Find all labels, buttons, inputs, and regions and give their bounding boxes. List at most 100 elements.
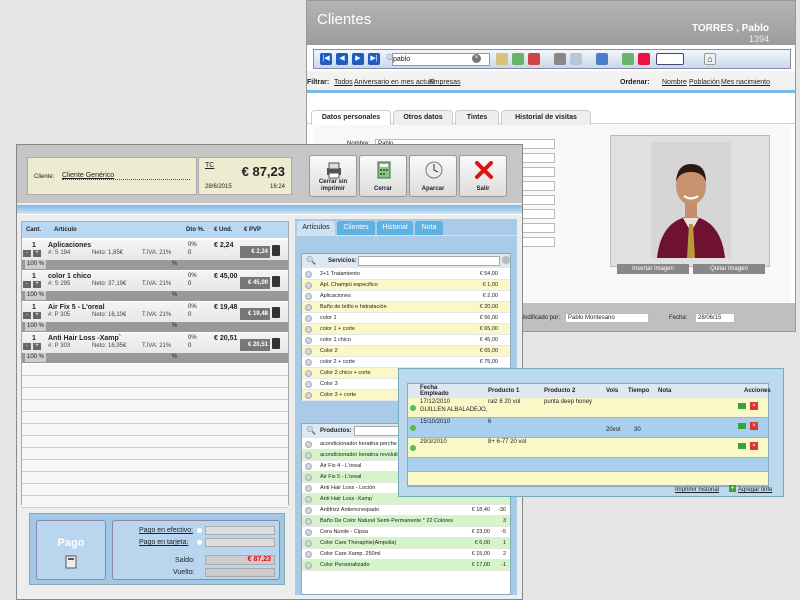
order-town[interactable]: Población bbox=[689, 79, 720, 86]
close-button[interactable]: Cerrar bbox=[359, 155, 407, 197]
tint-row[interactable]: 29/3/2010 8+ 6-77 20 vol × bbox=[408, 438, 768, 458]
first-record-icon[interactable]: |◀ bbox=[320, 53, 332, 65]
product-radio[interactable] bbox=[305, 507, 312, 514]
service-item[interactable]: color 1 € 56,00 bbox=[302, 313, 510, 324]
line-discount[interactable]: 0% bbox=[188, 335, 197, 341]
product-item[interactable]: Cera Nunile - Cipsa € 23,00 -5 bbox=[302, 527, 510, 538]
product-radio[interactable] bbox=[305, 551, 312, 558]
minus-button[interactable]: - bbox=[23, 281, 31, 288]
plus-button[interactable]: + bbox=[33, 343, 41, 350]
service-item[interactable]: Aplicaciones € 2,00 bbox=[302, 291, 510, 302]
service-radio[interactable] bbox=[305, 326, 312, 333]
service-item[interactable]: color 1 + corte € 65,00 bbox=[302, 324, 510, 335]
minus-button[interactable]: - bbox=[23, 312, 31, 319]
product-radio[interactable] bbox=[305, 518, 312, 525]
tab-otros-datos[interactable]: Otros datos bbox=[393, 110, 453, 125]
filter-all[interactable]: Todos bbox=[334, 79, 353, 86]
product-radio[interactable] bbox=[305, 441, 312, 448]
service-radio[interactable] bbox=[305, 337, 312, 344]
service-item[interactable]: Apl. Champú especifico € 1,00 bbox=[302, 280, 510, 291]
edit-arrow-icon[interactable] bbox=[738, 423, 746, 429]
ticket-line[interactable]: 1- + Aplicaciones #: S 194 Neto: 1,85€ T.IVA:… bbox=[22, 240, 288, 270]
delete-icon[interactable] bbox=[528, 53, 540, 65]
edit-arrow-icon[interactable] bbox=[738, 403, 746, 409]
tab-datos-personales[interactable]: Datos personales bbox=[311, 110, 391, 125]
product-item[interactable]: Antifrizz Antiencrespado € 18,40 -30 bbox=[302, 505, 510, 516]
date-field[interactable]: 28/06/15 bbox=[695, 313, 735, 323]
prev-record-icon[interactable]: ◀ bbox=[336, 53, 348, 65]
product-radio[interactable] bbox=[305, 485, 312, 492]
service-radio[interactable] bbox=[305, 293, 312, 300]
product-item[interactable]: Color Care Xamp. 250ml € 15,00 2 bbox=[302, 549, 510, 560]
view-mode-icon[interactable] bbox=[656, 53, 684, 65]
product-item[interactable]: Color Care Theraphie(Ampolla) € 6,00 1 bbox=[302, 538, 510, 549]
card-radio[interactable] bbox=[197, 540, 202, 545]
cash-payment-field[interactable] bbox=[205, 526, 275, 535]
service-radio[interactable] bbox=[305, 271, 312, 278]
ticket-line[interactable]: 1- + Anti Hair Loss -Xamp` #: P 303 Neto: 16… bbox=[22, 333, 288, 363]
trash-icon[interactable] bbox=[272, 276, 280, 287]
delete-icon[interactable]: × bbox=[750, 442, 758, 450]
order-birth-month[interactable]: Mes nacimiento bbox=[721, 79, 770, 86]
plus-button[interactable]: + bbox=[33, 250, 41, 257]
service-radio[interactable] bbox=[305, 392, 312, 399]
exit-button[interactable]: Salir bbox=[459, 155, 507, 197]
cancel-icon[interactable] bbox=[638, 53, 650, 65]
service-radio[interactable] bbox=[305, 315, 312, 322]
client-select[interactable]: Cliente Genérico bbox=[62, 172, 190, 180]
tab-articulos[interactable]: Artículos bbox=[297, 221, 335, 235]
minus-button[interactable]: - bbox=[23, 343, 31, 350]
modified-by-field[interactable]: Pablo Montesano bbox=[565, 313, 649, 323]
delete-icon[interactable]: × bbox=[750, 422, 758, 430]
tab-historial-visitas[interactable]: Historial de visitas bbox=[501, 110, 591, 125]
home-icon[interactable]: ⌂ bbox=[704, 53, 716, 65]
line-discount[interactable]: 0% bbox=[188, 273, 197, 279]
trash-icon[interactable] bbox=[272, 245, 280, 256]
product-radio[interactable] bbox=[305, 496, 312, 503]
last-record-icon[interactable]: ▶| bbox=[368, 53, 380, 65]
print-icon[interactable] bbox=[570, 53, 582, 65]
service-radio[interactable] bbox=[305, 381, 312, 388]
service-radio[interactable] bbox=[305, 359, 312, 366]
edit-arrow-icon[interactable] bbox=[738, 443, 746, 449]
tint-row[interactable]: 15/10/2010 6 20vol 30 × bbox=[408, 418, 768, 438]
plus-button[interactable]: + bbox=[33, 312, 41, 319]
tab-tintes[interactable]: Tintes bbox=[455, 110, 499, 125]
clear-search-icon[interactable] bbox=[502, 256, 510, 264]
service-item[interactable]: 2+1 Tratamiento € 54,00 bbox=[302, 269, 510, 280]
filter-anniversary[interactable]: Aniversario en mes actual bbox=[354, 79, 435, 86]
park-button[interactable]: Aparcar bbox=[409, 155, 457, 197]
trash-icon[interactable] bbox=[272, 307, 280, 318]
plus-button[interactable]: + bbox=[33, 281, 41, 288]
card-payment-field[interactable] bbox=[205, 538, 275, 547]
ticket-line[interactable]: 1- + Air Fix 5 - L'oreal #: P 305 Neto: 16,1… bbox=[22, 302, 288, 332]
close-without-print-button[interactable]: Cerrar sin imprimir bbox=[309, 155, 357, 197]
print-history-link[interactable]: Imprimir historial bbox=[675, 487, 719, 493]
tab-nota[interactable]: Nota bbox=[415, 221, 443, 235]
product-item[interactable]: Baño De Color Naturel Semi-Permanente * … bbox=[302, 516, 510, 527]
filter-companies[interactable]: Empresas bbox=[429, 79, 461, 86]
product-radio[interactable] bbox=[305, 463, 312, 470]
service-item[interactable]: color 2 + corte € 75,00 bbox=[302, 357, 510, 368]
delete-icon[interactable]: × bbox=[750, 402, 758, 410]
accept-icon[interactable] bbox=[622, 53, 634, 65]
service-radio[interactable] bbox=[305, 304, 312, 311]
product-radio[interactable] bbox=[305, 540, 312, 547]
product-radio[interactable] bbox=[305, 452, 312, 459]
refresh-icon[interactable] bbox=[596, 53, 608, 65]
line-discount[interactable]: 0% bbox=[188, 304, 197, 310]
ticket-line[interactable]: 1- + color 1 chico #: S 295 Neto: 37,19€ T.IV… bbox=[22, 271, 288, 301]
add-tint-link[interactable]: Agregar tinte bbox=[738, 487, 772, 493]
remove-image-button[interactable]: Quitar imagen bbox=[693, 264, 765, 274]
trash-icon[interactable] bbox=[272, 338, 280, 349]
service-radio[interactable] bbox=[305, 348, 312, 355]
order-name[interactable]: Nombre bbox=[662, 79, 687, 86]
view-icon[interactable] bbox=[554, 53, 566, 65]
line-discount[interactable]: 0% bbox=[188, 242, 197, 248]
pago-button[interactable]: Pago bbox=[36, 520, 106, 580]
edit-icon[interactable] bbox=[496, 53, 508, 65]
tint-row[interactable]: 17/12/2010 GUILLEN ALBALADEJO, raiz 6 20 v… bbox=[408, 398, 768, 418]
product-item[interactable]: Color Personalizado € 17,00 -1 bbox=[302, 560, 510, 571]
insert-image-button[interactable]: Insertar imagen bbox=[617, 264, 689, 274]
product-radio[interactable] bbox=[305, 529, 312, 536]
